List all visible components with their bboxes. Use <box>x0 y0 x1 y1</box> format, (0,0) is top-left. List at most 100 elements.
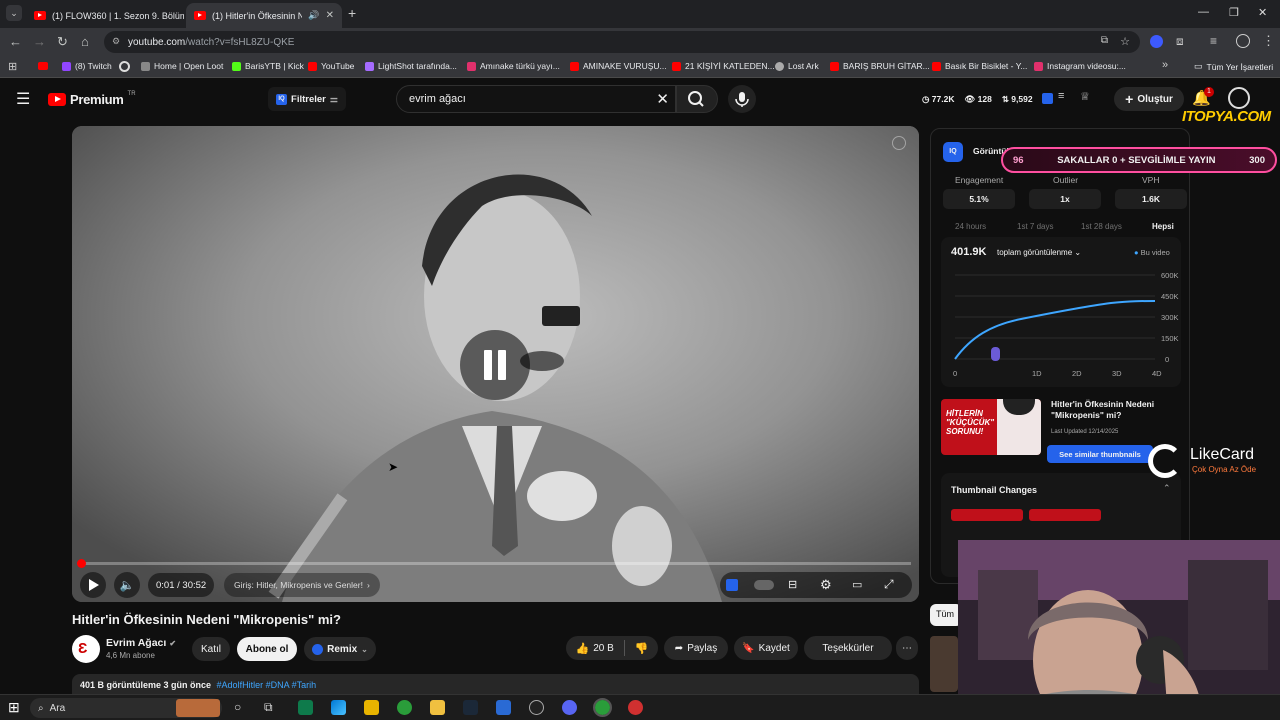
tab-hitler-video[interactable]: (1) Hitler'in Öfkesinin Nedeni 🔊 ✕ <box>186 3 342 28</box>
file-explorer-icon[interactable] <box>430 700 445 715</box>
search-button[interactable] <box>676 85 718 113</box>
task-view-icon[interactable]: ⧉ <box>264 700 273 715</box>
subscribe-button[interactable]: Abone ol <box>237 637 297 661</box>
new-tab-icon[interactable]: + <box>348 5 356 21</box>
autoplay-toggle[interactable] <box>754 580 774 590</box>
youtube-premium-logo[interactable]: Premium TR <box>48 91 136 107</box>
avatar[interactable] <box>1228 87 1250 109</box>
fullscreen-icon[interactable]: ⤢ <box>884 577 894 592</box>
scrubber-handle[interactable] <box>77 559 86 568</box>
profile-icon[interactable] <box>1236 34 1250 48</box>
thumbnail-version-2[interactable] <box>1029 509 1101 521</box>
bookmark-video-2[interactable]: 21 KİŞİYİ KATLEDEN... <box>672 61 775 71</box>
chrome-active-icon[interactable] <box>593 698 612 717</box>
app-icon-2[interactable] <box>496 700 511 715</box>
menu-kebab-icon[interactable]: ⋮ <box>1262 33 1275 49</box>
store-icon[interactable] <box>364 700 379 715</box>
hashtags[interactable]: #AdolfHitler #DNA #Tarih <box>217 680 317 690</box>
app-icon-1[interactable] <box>298 700 313 715</box>
list-icon[interactable]: ≡ <box>1058 90 1064 102</box>
dislike-icon[interactable]: 👎 <box>635 642 649 655</box>
theater-mode-icon[interactable]: ▭ <box>852 578 862 591</box>
chrome-icon[interactable] <box>397 700 412 715</box>
channel-name[interactable]: Evrim Ağacı ✔ <box>106 637 176 649</box>
bookmark-instagram-2[interactable]: Instagram videosu:... <box>1034 61 1126 71</box>
save-button[interactable]: 🔖 Kaydet <box>734 636 798 660</box>
cortana-icon[interactable]: ○ <box>234 700 241 714</box>
description-box[interactable]: 401 B görüntüleme 3 gün önce #AdolfHitle… <box>72 674 919 696</box>
vidiq-player-icon[interactable] <box>726 579 738 591</box>
bookmark-twitch[interactable]: (8) Twitch <box>62 61 112 71</box>
menu-hamburger-icon[interactable]: ☰ <box>16 89 30 109</box>
bookmark-video-1[interactable]: AMINAKE VURUŞU... <box>570 61 667 71</box>
settings-gear-icon[interactable]: ⚙ <box>820 577 832 593</box>
discord-icon[interactable] <box>562 700 577 715</box>
share-button[interactable]: ➦ Paylaş <box>664 636 728 660</box>
chapter-button[interactable]: Giriş: Hitler, Mikropenis ve Genler! › <box>224 573 380 597</box>
vidiq-icon[interactable] <box>1042 93 1053 104</box>
thanks-button[interactable]: Teşekkürler <box>804 636 892 660</box>
range-24h[interactable]: 24 hours <box>955 222 986 231</box>
restore-icon[interactable]: ❐ <box>1229 6 1239 19</box>
join-button[interactable]: Katıl <box>192 637 230 661</box>
related-video-thumbnail[interactable] <box>930 636 958 692</box>
thumbnail-version-1[interactable] <box>951 509 1023 521</box>
close-window-icon[interactable]: ✕ <box>1258 6 1267 19</box>
tab-search-icon[interactable]: ⌄ <box>6 5 22 21</box>
extensions-puzzle-icon[interactable]: ⧈ <box>1176 34 1184 49</box>
extension-icon[interactable] <box>1150 35 1163 48</box>
trophy-icon[interactable]: ♕ <box>1080 90 1090 103</box>
more-actions-button[interactable]: ⋯ <box>896 636 918 660</box>
bookmark-instagram-1[interactable]: Amınake türkü yayı... <box>467 61 560 71</box>
subtitles-icon[interactable]: ⊟ <box>788 578 797 591</box>
more-bookmarks-icon[interactable]: » <box>1162 59 1168 71</box>
audio-icon[interactable]: 🔊 <box>308 10 319 21</box>
edge-icon[interactable] <box>331 700 346 715</box>
app-icon-3[interactable] <box>529 700 544 715</box>
clear-search-icon[interactable]: ✕ <box>656 90 669 108</box>
bookmark-openloot[interactable]: Home | Open Loot <box>141 61 223 71</box>
voice-search-button[interactable] <box>728 85 756 113</box>
forward-icon[interactable]: → <box>33 34 46 49</box>
apps-grid-icon[interactable]: ⊞ <box>8 60 17 73</box>
bookmark-lostark[interactable]: Lost Ark <box>775 61 819 71</box>
video-player[interactable]: ➤ 🔈 0:01 / 30:52 Giriş: Hitler, Mikropen… <box>72 126 919 602</box>
bookmark-lightshot[interactable]: LightShot tarafında... <box>365 61 457 71</box>
range-28d[interactable]: 1st 28 days <box>1081 222 1122 231</box>
collapse-icon[interactable]: ⌃ <box>1163 483 1171 494</box>
tab-flow360[interactable]: (1) FLOW360 | 1. Sezon 9. Bölüm ✕ <box>26 3 184 28</box>
remix-button[interactable]: Remix ⌄ <box>304 637 376 661</box>
bookmark-star-icon[interactable]: ☆ <box>1120 35 1130 48</box>
install-app-icon[interactable]: ⧉ <box>1101 35 1108 46</box>
minimize-icon[interactable]: — <box>1198 6 1209 18</box>
range-all[interactable]: Hepsi <box>1152 222 1174 231</box>
channel-avatar[interactable]: Ɛ <box>72 635 100 663</box>
create-button[interactable]: + Oluştur <box>1114 87 1184 111</box>
pause-indicator[interactable] <box>460 330 530 400</box>
bookmark-youtube[interactable]: YouTube <box>308 61 354 71</box>
range-7d[interactable]: 1st 7 days <box>1017 222 1053 231</box>
site-info-icon[interactable]: ⚙ <box>112 36 120 47</box>
progress-bar[interactable] <box>77 559 911 568</box>
steam-icon[interactable] <box>463 700 478 715</box>
bookmark-video-4[interactable]: Basık Bir Bisiklet - Y... <box>932 61 1027 71</box>
home-icon[interactable]: ⌂ <box>81 34 89 49</box>
taskbar-search[interactable]: ⌕ Ara <box>30 698 222 718</box>
youtube-bookmark-icon[interactable] <box>38 62 48 70</box>
bookmark-video-3[interactable]: BARIŞ BRUH GİTAR... <box>830 61 930 71</box>
google-icon[interactable] <box>119 61 130 72</box>
thumbnail-preview[interactable]: HİTLERİN "KÜÇÜCÜK" SORUNU! <box>941 399 1041 455</box>
similar-thumbnails-button[interactable]: See similar thumbnails <box>1047 445 1153 463</box>
reload-icon[interactable]: ↻ <box>57 34 68 50</box>
volume-button[interactable]: 🔈 <box>114 572 140 598</box>
windows-start-icon[interactable]: ⊞ <box>8 699 20 716</box>
like-icon[interactable]: 👍 <box>576 642 590 655</box>
search-input[interactable]: evrim ağacı ✕ <box>396 85 676 113</box>
filters-button[interactable]: IQ Filtreler ⚌ <box>268 87 346 111</box>
bookmark-kick[interactable]: BarisYTB | Kick <box>232 61 304 71</box>
close-tab-icon[interactable]: ✕ <box>326 10 334 21</box>
app-icon-4[interactable] <box>628 700 643 715</box>
all-bookmarks[interactable]: ▭ Tüm Yer İşaretleri <box>1194 61 1273 72</box>
back-icon[interactable]: ← <box>9 34 22 49</box>
play-button[interactable] <box>80 572 106 598</box>
